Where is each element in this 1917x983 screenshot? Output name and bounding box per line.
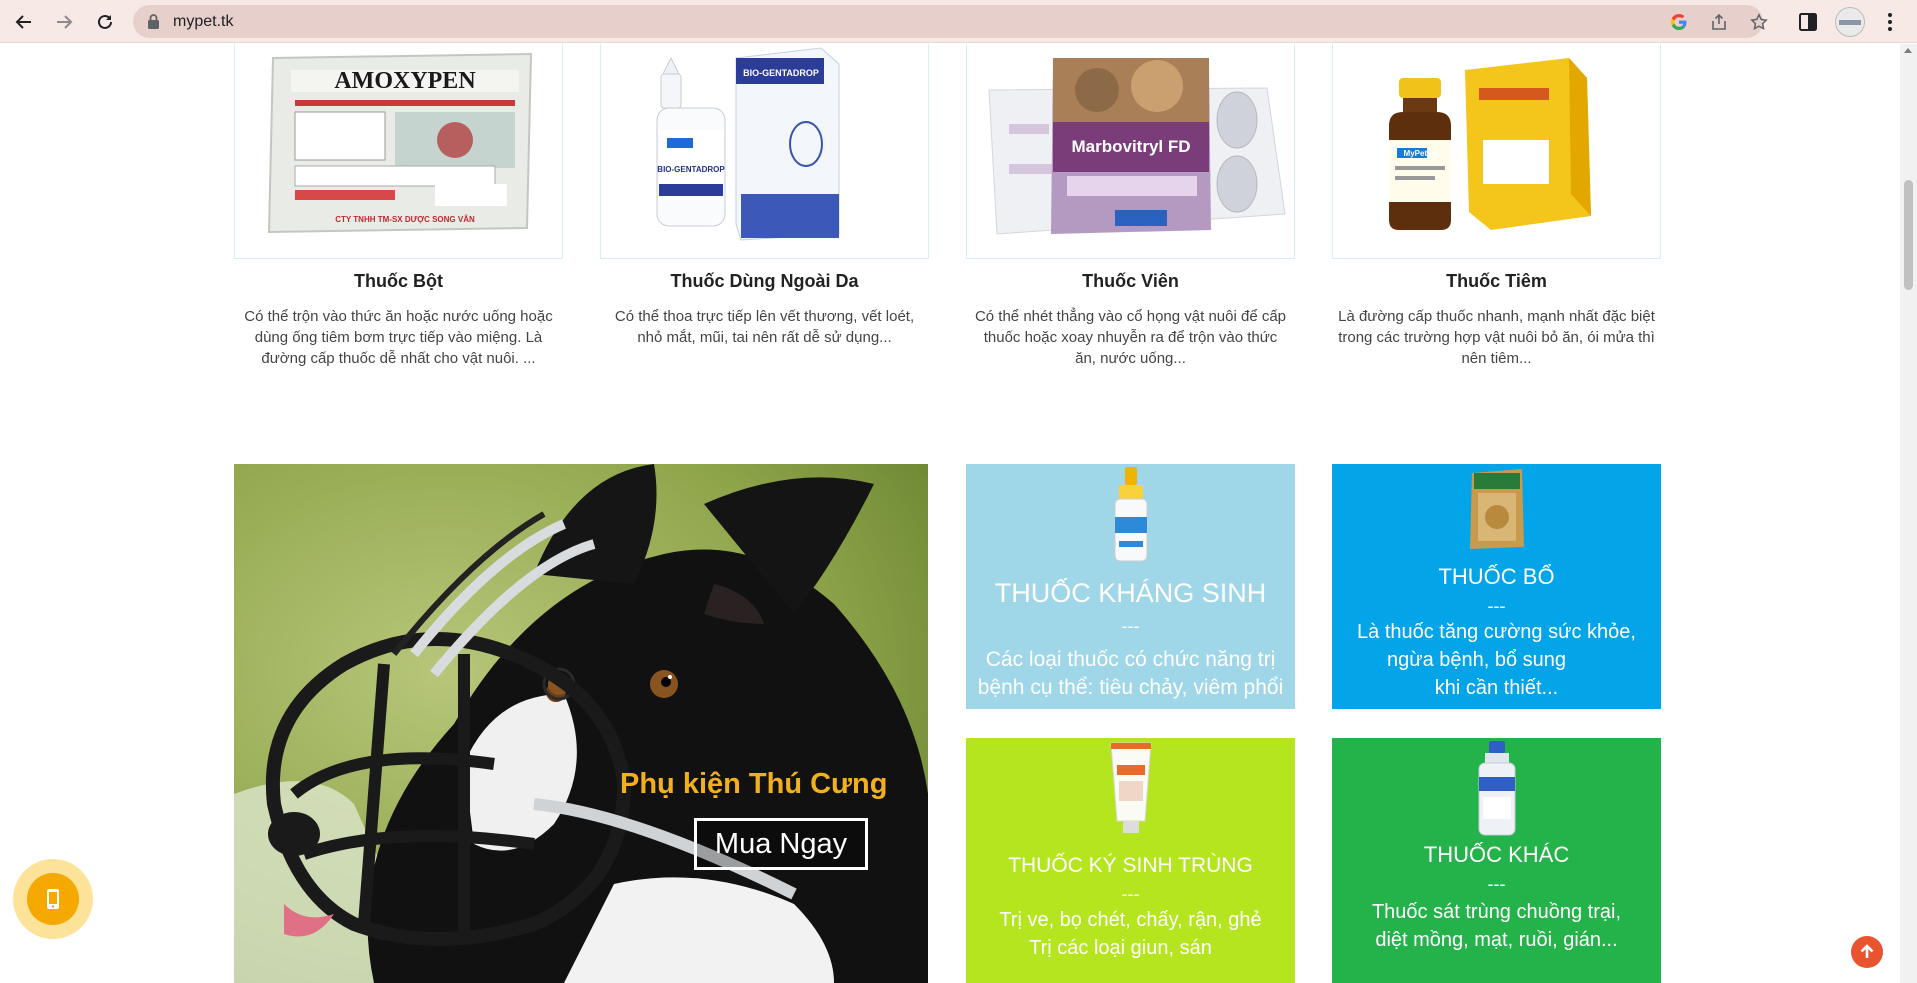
star-icon[interactable] xyxy=(1750,13,1768,31)
dog-muzzle-photo xyxy=(234,464,928,983)
address-bar[interactable]: mypet.tk xyxy=(133,5,1768,38)
product-desc: Có thể thoa trực tiếp lên vết thương, vế… xyxy=(614,308,915,346)
scroll-up-arrow-icon[interactable] xyxy=(1904,48,1912,53)
more-vert-icon[interactable] xyxy=(1879,11,1901,33)
tile-desc: Trị ve, bọ chét, chấy, rận, ghẻ Trị các … xyxy=(999,909,1262,959)
product-image-topical[interactable]: BIO-GENTADROP BIO-GENTADROP xyxy=(600,44,929,259)
scrollbar-thumb[interactable] xyxy=(1904,180,1913,290)
reload-icon xyxy=(98,14,112,29)
vial-brand: MyPet.tk xyxy=(1404,149,1437,158)
product-title[interactable]: Thuốc Tiêm xyxy=(1332,271,1661,292)
sachet-brand: AMOXYPEN xyxy=(334,68,476,94)
back-button[interactable] xyxy=(11,9,37,35)
tablet-box-image: Marbovitryl FD xyxy=(988,58,1286,235)
product-title[interactable]: Thuốc Viên xyxy=(966,271,1295,292)
product-card-injection[interactable]: MyPet.tk Thuốc Tiêm Là đường cấp thuốc n… xyxy=(1332,44,1661,369)
product-image-powder[interactable]: AMOXYPEN CTY TNHH TM-SX DƯỢC SONG VÂN xyxy=(234,44,563,259)
tile-desc: Các loại thuốc có chức năng trị bệnh cụ … xyxy=(977,648,1284,699)
product-desc: Có thể nhét thẳng vào cổ họng vật nuôi đ… xyxy=(974,308,1287,367)
category-tile-other[interactable]: THUỐC KHÁC --- Thuốc sát trùng chuồng tr… xyxy=(1332,738,1661,983)
box-brand: BIO-GENTADROP xyxy=(743,68,819,78)
product-image-injection[interactable]: MyPet.tk xyxy=(1332,44,1661,259)
tile-title: THUỐC KÝ SINH TRÙNG xyxy=(1008,854,1253,877)
url-text: mypet.tk xyxy=(173,13,234,30)
hero-title: Phụ kiện Thú Cưng xyxy=(620,768,888,800)
supplement-pack-icon xyxy=(1469,469,1524,549)
lock-icon xyxy=(148,14,159,29)
page-scrollbar[interactable] xyxy=(1900,44,1917,983)
tile-dash: --- xyxy=(1121,884,1140,904)
disinfectant-bottle-icon xyxy=(1478,741,1515,836)
product-desc: Là đường cấp thuốc nhanh, mạnh nhất đặc … xyxy=(1338,308,1655,367)
back-arrow-icon xyxy=(15,15,31,29)
product-image-tablet[interactable]: Marbovitryl FD xyxy=(966,44,1295,259)
buy-now-button[interactable]: Mua Ngay xyxy=(694,818,868,870)
product-title[interactable]: Thuốc Dùng Ngoài Da xyxy=(600,271,929,292)
share-icon[interactable] xyxy=(1710,13,1728,31)
tile-title: THUỐC BỔ xyxy=(1438,564,1555,589)
profile-avatar[interactable] xyxy=(1835,7,1865,37)
product-card-powder[interactable]: AMOXYPEN CTY TNHH TM-SX DƯỢC SONG VÂN Th… xyxy=(234,44,563,369)
arrow-up-icon xyxy=(1860,944,1874,958)
antibiotic-bottle-icon xyxy=(1114,467,1147,562)
phone-icon xyxy=(47,889,59,909)
forward-button[interactable] xyxy=(51,9,77,35)
tile-title: THUỐC KHÁNG SINH xyxy=(994,578,1267,608)
product-desc: Có thể trộn vào thức ăn hoặc nước uống h… xyxy=(244,308,553,367)
box-brand: Marbovitryl FD xyxy=(1071,137,1190,156)
call-phone-button[interactable] xyxy=(13,859,93,939)
category-tile-antibiotics[interactable]: THUỐC KHÁNG SINH --- Các loại thuốc có c… xyxy=(966,464,1295,709)
tile-dash: --- xyxy=(1487,874,1506,894)
reload-button[interactable] xyxy=(92,9,118,35)
svg-text:BIO-GENTADROP: BIO-GENTADROP xyxy=(657,165,725,174)
sachet-company: CTY TNHH TM-SX DƯỢC SONG VÂN xyxy=(335,215,475,224)
product-card-tablet[interactable]: Marbovitryl FD Thuốc Viên Có thể nhét th… xyxy=(966,44,1295,369)
eye-drop-bottle-image: BIO-GENTADROP BIO-GENTADROP xyxy=(656,47,840,241)
tile-dash: --- xyxy=(1487,596,1506,616)
category-tile-supplements[interactable]: THUỐC BỔ --- Là thuốc tăng cường sức khỏ… xyxy=(1332,464,1661,709)
product-card-topical[interactable]: BIO-GENTADROP BIO-GENTADROP Thuốc Dùng N… xyxy=(600,44,929,348)
product-title[interactable]: Thuốc Bột xyxy=(234,271,563,292)
tile-desc: Là thuốc tăng cường sức khỏe, ngừa bệnh,… xyxy=(1357,621,1636,699)
antiparasitic-tube-icon xyxy=(1109,742,1152,833)
forward-arrow-icon xyxy=(57,15,73,29)
powder-sachet-image: AMOXYPEN CTY TNHH TM-SX DƯỢC SONG VÂN xyxy=(267,52,533,234)
tile-dash: --- xyxy=(1121,616,1140,636)
page-content: AMOXYPEN CTY TNHH TM-SX DƯỢC SONG VÂN Th… xyxy=(0,44,1900,983)
injection-vial-image: MyPet.tk xyxy=(1389,58,1591,230)
browser-toolbar: mypet.tk xyxy=(0,0,1917,43)
hero-banner-accessories[interactable]: Phụ kiện Thú Cưng Mua Ngay xyxy=(234,464,928,983)
google-icon[interactable] xyxy=(1670,13,1688,31)
tile-desc: Thuốc sát trùng chuồng trại, diệt mồng, … xyxy=(1371,901,1622,951)
side-panel-icon[interactable] xyxy=(1797,11,1819,33)
scroll-to-top-button[interactable] xyxy=(1851,936,1883,968)
tile-title: THUỐC KHÁC xyxy=(1423,842,1570,867)
category-tile-antiparasitic[interactable]: THUỐC KÝ SINH TRÙNG --- Trị ve, bọ chét,… xyxy=(966,738,1295,983)
